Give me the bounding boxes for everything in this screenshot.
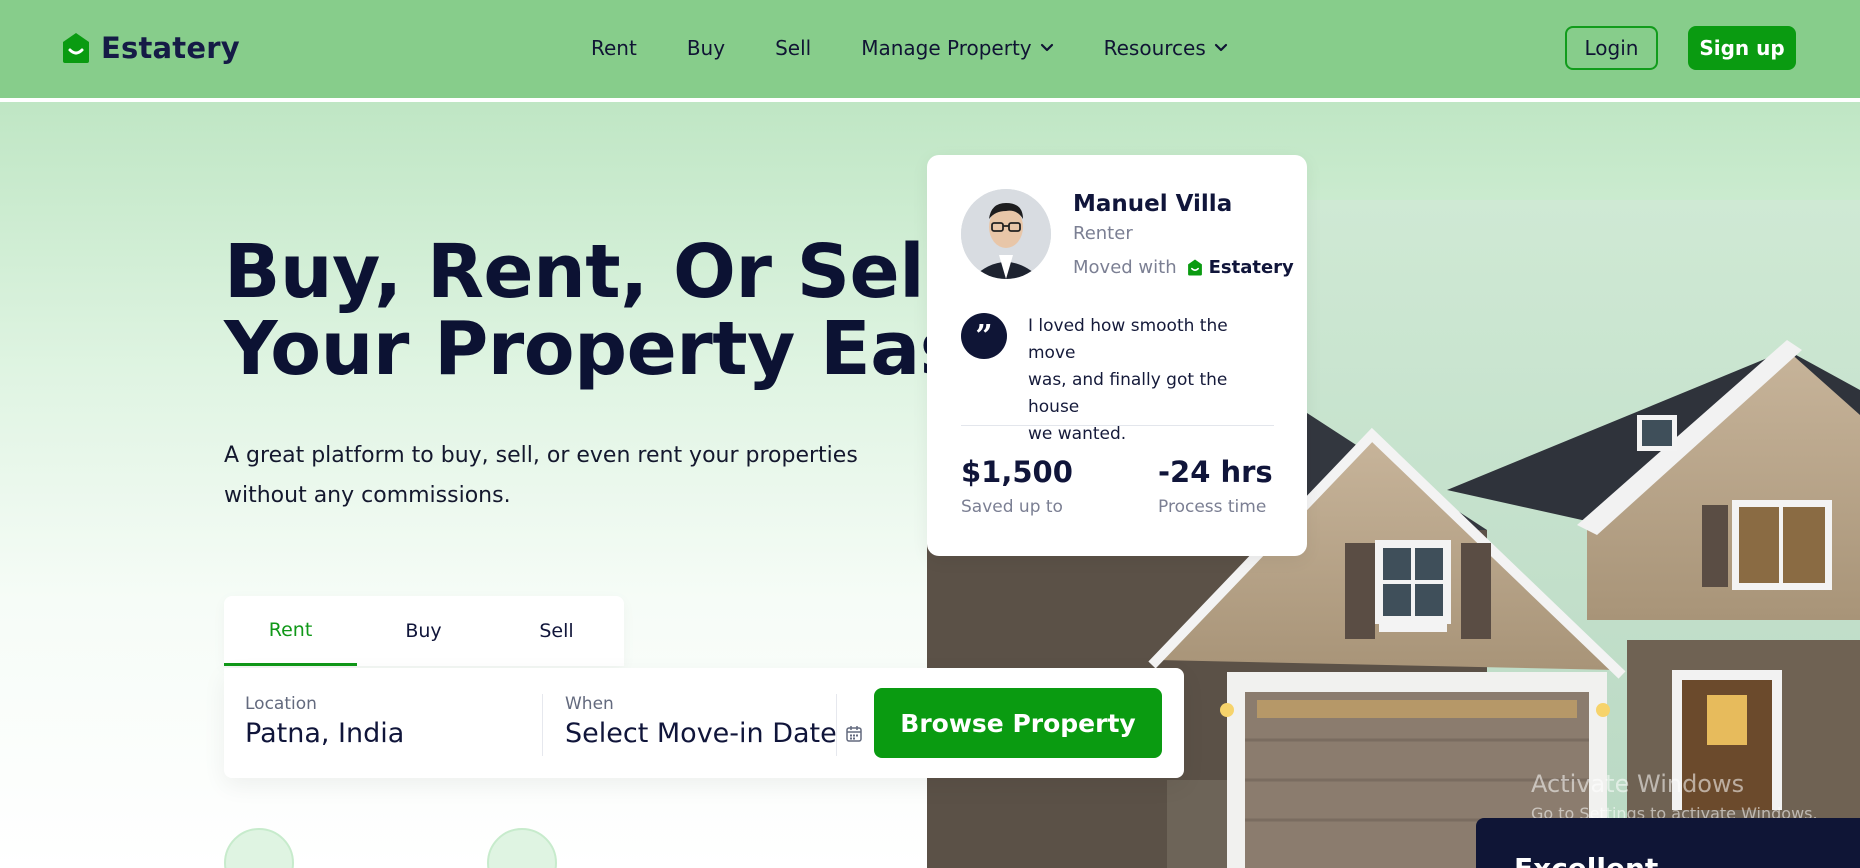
hero-subline-line: without any commissions. [224, 483, 511, 508]
watermark-title: Activate Windows [1531, 770, 1745, 798]
when-value: Select Move-in Date [565, 718, 837, 749]
location-value: Patna, India [245, 718, 405, 749]
tab-buy[interactable]: Buy [357, 596, 490, 666]
activate-windows-watermark: Activate Windows Go to Settings to activ… [1531, 770, 1818, 823]
nav-item-label: Resources [1103, 36, 1206, 60]
top-navbar: Estatery Rent Buy Sell Manage Property R… [0, 0, 1860, 100]
rating-panel: Excellent [1476, 818, 1860, 868]
field-divider [542, 694, 543, 756]
location-label: Location [245, 694, 317, 714]
moved-with: Moved with Estatery [1073, 257, 1294, 278]
nav-item-rent[interactable]: Rent [591, 36, 637, 60]
quote-icon: ” [961, 313, 1007, 359]
moved-with-label: Moved with [1073, 257, 1177, 278]
nav-item-label: Sell [775, 36, 812, 60]
stat-process-time: -24 hrs Process time [1158, 455, 1273, 517]
moved-with-brand-name: Estatery [1208, 257, 1294, 278]
moved-with-brand: Estatery [1187, 257, 1294, 278]
calendar-icon[interactable] [845, 725, 863, 743]
rating-label: Excellent [1514, 852, 1658, 868]
house-logo-icon [1187, 259, 1202, 276]
stat-label: Saved up to [961, 497, 1063, 517]
login-button[interactable]: Login [1565, 26, 1658, 70]
chevron-down-icon [1214, 43, 1227, 52]
hero-subline-line: A great platform to buy, sell, or even r… [224, 443, 858, 468]
avatar [961, 189, 1051, 279]
field-divider [836, 694, 837, 756]
testimonial-role: Renter [1073, 223, 1133, 244]
search-tabs: Rent Buy Sell [224, 596, 624, 666]
signup-button[interactable]: Sign up [1688, 26, 1796, 70]
house-logo-icon [63, 33, 89, 63]
nav-item-buy[interactable]: Buy [687, 36, 725, 60]
chevron-down-icon [1040, 43, 1053, 52]
brand-name: Estatery [101, 31, 240, 65]
testimonial-card: Manuel Villa Renter Moved with Estatery … [927, 155, 1307, 556]
location-field[interactable]: Location Patna, India [245, 694, 404, 749]
nav-item-resources[interactable]: Resources [1104, 36, 1228, 60]
testimonial-name: Manuel Villa [1073, 191, 1233, 217]
stat-label: Process time [1158, 497, 1267, 517]
when-label: When [565, 694, 614, 714]
nav-item-sell[interactable]: Sell [775, 36, 811, 60]
quote-line: I loved how smooth the move [1028, 316, 1228, 363]
stat-value: -24 hrs [1158, 455, 1273, 489]
browse-property-button[interactable]: Browse Property [874, 688, 1162, 758]
testimonial-quote: I loved how smooth the move was, and fin… [1028, 313, 1278, 448]
stat-savings: $1,500 Saved up to [961, 455, 1073, 517]
nav-item-label: Buy [686, 36, 726, 60]
stat-value: $1,500 [961, 455, 1073, 489]
tab-rent[interactable]: Rent [224, 596, 357, 666]
nav-item-label: Rent [591, 36, 637, 60]
brand-logo-link[interactable]: Estatery [61, 31, 240, 65]
nav-item-label: Manage Property [861, 36, 1032, 60]
main-nav: Rent Buy Sell Manage Property Resources [591, 36, 1278, 60]
card-divider [961, 425, 1274, 426]
quote-line: was, and finally got the house [1028, 370, 1228, 417]
when-value-row: Select Move-in Date [565, 718, 863, 749]
tab-sell[interactable]: Sell [490, 596, 623, 666]
hero-subline: A great platform to buy, sell, or even r… [224, 436, 864, 516]
move-in-date-field[interactable]: When Select Move-in Date [565, 694, 863, 749]
avatar-image [961, 189, 1051, 279]
nav-item-manage-property[interactable]: Manage Property [861, 36, 1053, 60]
search-panel: Location Patna, India When Select Move-i… [224, 668, 1184, 778]
